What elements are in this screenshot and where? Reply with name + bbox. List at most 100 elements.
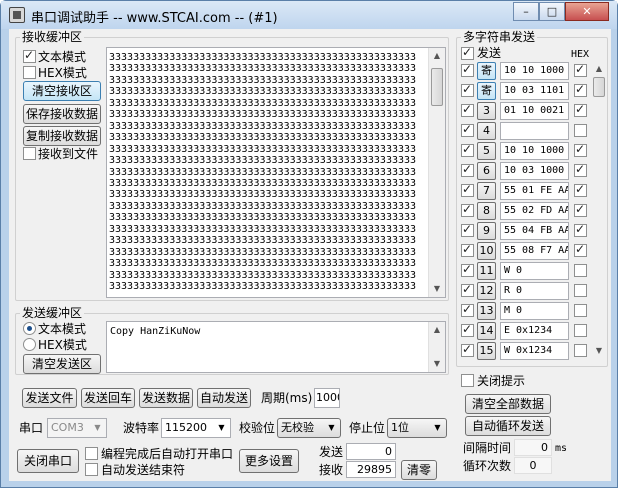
multi-row-hex-checkbox[interactable] <box>574 304 587 317</box>
send-hex-mode-radio[interactable] <box>23 338 36 351</box>
multi-row-input[interactable]: 10 03 1000 <box>500 162 569 180</box>
multi-row-checkbox[interactable] <box>461 342 474 357</box>
multi-row-checkbox[interactable] <box>461 202 474 217</box>
send-scroll-down-icon[interactable]: ▼ <box>429 356 445 372</box>
multi-row-input[interactable] <box>500 122 569 140</box>
multi-row-input[interactable]: 10 03 1101 <box>500 82 569 100</box>
multi-row-input[interactable]: W 0x1234 <box>500 342 569 360</box>
copy-receive-button[interactable]: 复制接收数据 <box>23 126 101 146</box>
send-enter-button[interactable]: 发送回车 <box>81 388 135 408</box>
multi-row-send-button[interactable]: 10 <box>477 242 496 260</box>
maximize-button[interactable]: □ <box>539 2 565 21</box>
multi-row-send-button[interactable]: 11 <box>477 262 496 280</box>
send-data-button[interactable]: 发送数据 <box>139 388 193 408</box>
scroll-thumb[interactable] <box>431 68 443 106</box>
send-scroll-up-icon[interactable]: ▲ <box>429 322 445 338</box>
clear-receive-button[interactable]: 清空接收区 <box>23 81 101 101</box>
send-scrollbar[interactable]: ▲ ▼ <box>428 322 445 372</box>
port-select[interactable]: COM3 ▼ <box>47 418 107 438</box>
multi-row-send-button[interactable]: 3 <box>477 102 496 120</box>
clear-all-button[interactable]: 清空全部数据 <box>465 394 551 414</box>
multi-row-send-button[interactable]: 14 <box>477 322 496 340</box>
send-text-mode-radio[interactable] <box>23 322 36 335</box>
multi-scroll-down-icon[interactable]: ▼ <box>591 343 607 359</box>
more-settings-button[interactable]: 更多设置 <box>239 449 299 473</box>
stop-bits-select[interactable]: 1位 ▼ <box>387 418 447 438</box>
receive-scrollbar[interactable]: ▲ ▼ <box>428 48 445 297</box>
multi-row-checkbox[interactable] <box>461 142 474 157</box>
multi-row-hex-checkbox[interactable] <box>574 102 587 117</box>
close-tip-checkbox[interactable] <box>461 374 474 387</box>
multi-row-input[interactable]: 01 10 0021 <box>500 102 569 120</box>
multi-row-checkbox[interactable] <box>461 102 474 117</box>
receive-textarea[interactable]: 3333333333333333333333333333333333333333… <box>106 47 446 298</box>
multi-row-hex-checkbox[interactable] <box>574 324 587 337</box>
scroll-down-icon[interactable]: ▼ <box>429 281 445 297</box>
multi-row-hex-checkbox[interactable] <box>574 264 587 277</box>
multi-row-send-button[interactable]: 12 <box>477 282 496 300</box>
stop-bits-dropdown-icon[interactable]: ▼ <box>430 420 445 436</box>
parity-dropdown-icon[interactable]: ▼ <box>324 420 339 436</box>
multi-row-checkbox[interactable] <box>461 282 474 297</box>
multi-row-hex-checkbox[interactable] <box>574 222 587 237</box>
multi-row-checkbox[interactable] <box>461 162 474 177</box>
multi-row-input[interactable]: 55 02 FD AA <box>500 202 569 220</box>
baud-select[interactable]: 115200 ▼ <box>161 418 231 438</box>
multi-row-send-button[interactable]: 4 <box>477 122 496 140</box>
interval-input[interactable]: 0 <box>514 439 552 456</box>
multi-row-hex-checkbox[interactable] <box>574 82 587 97</box>
multi-row-hex-checkbox[interactable] <box>574 284 587 297</box>
multi-row-send-button[interactable]: 5 <box>477 142 496 160</box>
multi-row-hex-checkbox[interactable] <box>574 142 587 157</box>
multi-row-send-button[interactable]: 15 <box>477 342 496 360</box>
multi-row-input[interactable]: W 0 <box>500 262 569 280</box>
hex-mode-checkbox[interactable] <box>23 66 36 79</box>
multi-row-checkbox[interactable] <box>461 302 474 317</box>
multi-row-send-button[interactable]: 13 <box>477 302 496 320</box>
auto-send-button[interactable]: 自动发送 <box>197 388 251 408</box>
multi-row-hex-checkbox[interactable] <box>574 62 587 77</box>
multi-row-send-button[interactable]: 寄 <box>477 82 496 100</box>
multi-send-all-checkbox[interactable] <box>461 45 474 60</box>
auto-open-checkbox[interactable] <box>85 447 98 460</box>
multi-row-send-button[interactable]: 寄 <box>477 62 496 80</box>
auto-send-end-checkbox[interactable] <box>85 463 98 476</box>
port-dropdown-icon[interactable]: ▼ <box>90 420 105 436</box>
multi-row-hex-checkbox[interactable] <box>574 182 587 197</box>
multi-row-checkbox[interactable] <box>461 62 474 77</box>
multi-row-input[interactable]: 55 08 F7 AA <box>500 242 569 260</box>
multi-row-checkbox[interactable] <box>461 242 474 257</box>
multi-row-checkbox[interactable] <box>461 222 474 237</box>
multi-row-input[interactable]: E 0x1234 <box>500 322 569 340</box>
multi-row-hex-checkbox[interactable] <box>574 242 587 257</box>
parity-select[interactable]: 无校验 ▼ <box>277 418 341 438</box>
multi-scroll-thumb[interactable] <box>593 77 605 97</box>
multi-row-hex-checkbox[interactable] <box>574 124 587 137</box>
period-input[interactable]: 1000 <box>314 388 340 408</box>
multi-row-checkbox[interactable] <box>461 262 474 277</box>
close-port-button[interactable]: 关闭串口 <box>17 449 79 473</box>
multi-row-hex-checkbox[interactable] <box>574 344 587 357</box>
clear-send-button[interactable]: 清空发送区 <box>23 354 101 374</box>
loop-count-input[interactable]: 0 <box>514 457 552 474</box>
multi-row-input[interactable]: R 0 <box>500 282 569 300</box>
send-textarea[interactable]: Copy HanZiKuNow ▲ ▼ <box>106 321 446 373</box>
multi-scrollbar[interactable]: ▲ ▼ <box>591 61 607 359</box>
scroll-up-icon[interactable]: ▲ <box>429 48 445 64</box>
multi-row-checkbox[interactable] <box>461 182 474 197</box>
multi-row-checkbox[interactable] <box>461 122 474 137</box>
multi-row-input[interactable]: 10 10 1000 <box>500 62 569 80</box>
multi-row-input[interactable]: 55 01 FE AA <box>500 182 569 200</box>
multi-row-send-button[interactable]: 7 <box>477 182 496 200</box>
baud-dropdown-icon[interactable]: ▼ <box>214 420 229 436</box>
multi-row-send-button[interactable]: 9 <box>477 222 496 240</box>
multi-row-input[interactable]: 10 10 1000 <box>500 142 569 160</box>
multi-row-send-button[interactable]: 8 <box>477 202 496 220</box>
multi-row-checkbox[interactable] <box>461 322 474 337</box>
auto-loop-button[interactable]: 自动循环发送 <box>465 416 551 436</box>
text-mode-checkbox[interactable] <box>23 48 36 63</box>
multi-row-send-button[interactable]: 6 <box>477 162 496 180</box>
multi-row-hex-checkbox[interactable] <box>574 202 587 217</box>
multi-row-input[interactable]: 55 04 FB AA <box>500 222 569 240</box>
close-button[interactable]: ✕ <box>565 2 609 21</box>
